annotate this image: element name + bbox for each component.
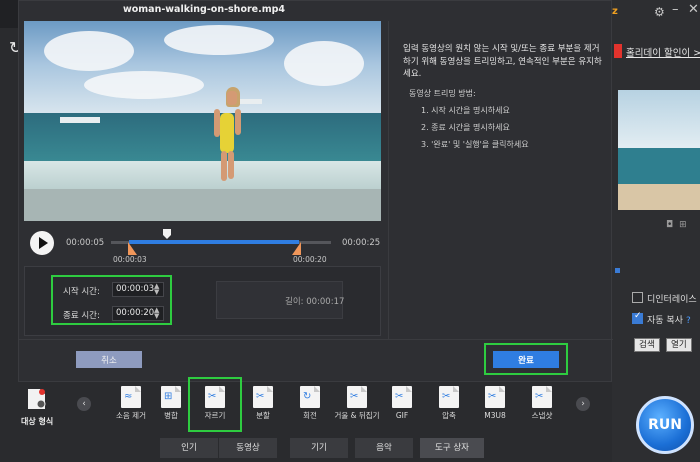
end-marker-time: 00:00:20 bbox=[293, 255, 327, 264]
timeline-selection bbox=[129, 240, 299, 244]
instruction-step: 3. '완료' 및 '실행'을 클릭하세요 bbox=[421, 140, 529, 149]
right-panel bbox=[612, 0, 700, 462]
close-icon[interactable]: ✕ bbox=[688, 2, 699, 17]
snapshot-glyph: ✂ bbox=[535, 391, 544, 402]
start-marker-time: 00:00:03 bbox=[113, 255, 147, 264]
promo-badge-icon bbox=[614, 44, 622, 58]
end-time-spinner-icon[interactable]: ▲ ▼ bbox=[154, 307, 159, 320]
start-time-spinner-icon[interactable]: ▲ ▼ bbox=[154, 283, 159, 296]
tab-music[interactable]: 음악 bbox=[355, 438, 413, 458]
instructions-method-title: 동영상 트리밍 방법: bbox=[409, 89, 476, 98]
gear-icon[interactable]: ⚙ bbox=[654, 5, 665, 19]
tool-mirror-flip[interactable]: ✂ 거울 & 뒤집기 bbox=[334, 384, 380, 430]
tool-label: GIF bbox=[395, 411, 409, 420]
m3u8-glyph: ✂ bbox=[488, 391, 497, 402]
tool-compress[interactable]: ✂ 압축 bbox=[428, 384, 470, 430]
cancel-button[interactable]: 취소 bbox=[76, 351, 142, 368]
tool-snapshot[interactable]: ✂ 스냅샷 bbox=[521, 384, 563, 430]
tab-toolbox[interactable]: 도구 상자 bbox=[420, 438, 484, 458]
auto-copy-label: 자동 복사 bbox=[647, 316, 683, 326]
tool-noise-removal[interactable]: ≈ 소음 제거 bbox=[110, 384, 152, 430]
tool-label: 분할 bbox=[256, 411, 270, 420]
snapshot-controls-icon[interactable]: ◘⊞ bbox=[666, 220, 693, 230]
tool-merge[interactable]: ⊞ 병합 bbox=[150, 384, 192, 430]
target-format-label: 대상 형식 bbox=[21, 417, 54, 426]
length-readout: 길이: 00:00:17 bbox=[285, 295, 344, 307]
instruction-step: 1. 시작 시간을 명시하세요 bbox=[421, 106, 510, 115]
trim-dialog: woman-walking-on-shore.mp4 00:00:05 00:0… bbox=[18, 0, 613, 382]
tab-popular[interactable]: 인기 bbox=[160, 438, 218, 458]
current-time: 00:00:05 bbox=[66, 238, 105, 248]
promo-link[interactable]: 홀리데이 할인이 > bbox=[626, 45, 700, 59]
dialog-footer-divider bbox=[19, 339, 613, 340]
length-value: 00:00:17 bbox=[306, 297, 345, 307]
highlight-trim-tool bbox=[188, 377, 242, 432]
total-time: 00:00:25 bbox=[342, 238, 381, 248]
playhead-handle[interactable] bbox=[163, 229, 171, 239]
instruction-step: 2. 종료 시간을 명시하세요 bbox=[421, 123, 510, 132]
auto-copy-row: 자동 복사? bbox=[647, 313, 691, 326]
help-icon[interactable]: ? bbox=[686, 316, 691, 326]
tools-next-icon[interactable]: › bbox=[576, 397, 590, 411]
rotate-glyph: ↻ bbox=[303, 391, 312, 402]
logo-mark-icon: z bbox=[612, 6, 618, 17]
left-panel-edge bbox=[0, 28, 18, 388]
instructions-intro: 입력 동영상의 원치 않는 시작 및/또는 종료 부분을 제거하기 위해 동영상… bbox=[403, 44, 602, 79]
split-glyph: ✂ bbox=[256, 391, 265, 402]
start-time-label: 시작 시간: bbox=[63, 287, 100, 297]
end-time-label: 종료 시간: bbox=[63, 311, 100, 321]
dialog-title: woman-walking-on-shore.mp4 bbox=[122, 4, 286, 15]
promo-banner[interactable]: 홀리데이 할인이 > bbox=[614, 40, 700, 62]
gif-glyph: ✂ bbox=[395, 391, 404, 402]
length-label: 길이: bbox=[285, 297, 304, 307]
app-window: ↻ z ⚙ – ✕ 홀리데이 할인이 > ◘⊞ 디인터레이스 자동 복사? 검색… bbox=[0, 0, 700, 462]
target-format-icon[interactable] bbox=[26, 388, 48, 410]
tool-label: 압축 bbox=[442, 411, 456, 420]
auto-copy-checkbox[interactable] bbox=[632, 311, 643, 324]
tool-split[interactable]: ✂ 분할 bbox=[242, 384, 284, 430]
tools-prev-icon[interactable]: ‹ bbox=[77, 397, 91, 411]
tab-device[interactable]: 기기 bbox=[290, 438, 348, 458]
compress-glyph: ✂ bbox=[442, 391, 451, 402]
play-button[interactable] bbox=[30, 231, 54, 255]
output-preview-thumbnail bbox=[618, 90, 700, 210]
open-button[interactable]: 열기 bbox=[666, 338, 692, 352]
tool-label: M3U8 bbox=[484, 411, 506, 420]
tool-label: 거울 & 뒤집기 bbox=[334, 411, 380, 420]
video-preview bbox=[24, 21, 381, 221]
tool-label: 회전 bbox=[303, 411, 317, 420]
dialog-divider bbox=[388, 21, 389, 339]
noise-removal-glyph: ≈ bbox=[124, 391, 133, 402]
indicator-mark bbox=[615, 268, 620, 273]
tab-video[interactable]: 동영상 bbox=[219, 438, 277, 458]
deinterlace-label: 디인터레이스 bbox=[647, 295, 697, 305]
tool-gif[interactable]: ✂ GIF bbox=[381, 384, 423, 430]
merge-glyph: ⊞ bbox=[164, 391, 173, 402]
tool-m3u8[interactable]: ✂ M3U8 bbox=[474, 384, 516, 430]
run-button[interactable]: RUN bbox=[636, 396, 694, 454]
tool-rotate[interactable]: ↻ 회전 bbox=[289, 384, 331, 430]
minimize-icon[interactable]: – bbox=[672, 2, 679, 17]
deinterlace-checkbox[interactable] bbox=[632, 292, 643, 303]
done-button[interactable]: 완료 bbox=[493, 351, 559, 368]
mirror-flip-glyph: ✂ bbox=[350, 391, 359, 402]
browse-button[interactable]: 검색 bbox=[634, 338, 660, 352]
tool-label: 스냅샷 bbox=[531, 411, 553, 420]
